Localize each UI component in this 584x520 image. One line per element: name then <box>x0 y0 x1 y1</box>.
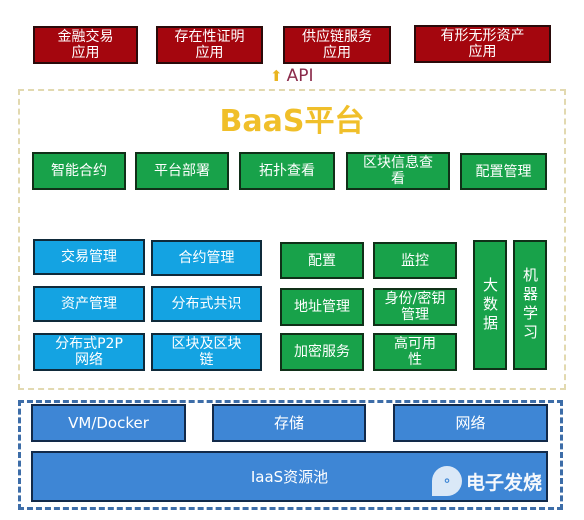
watermark: ∘ 电子发烧 <box>432 466 542 496</box>
service-block-info-view: 区块信息查看 <box>346 152 450 190</box>
module-contract-manage: 合约管理 <box>151 240 262 276</box>
watermark-text: 电子发烧 <box>466 471 543 494</box>
app-financial-trading: 金融交易 应用 <box>33 26 138 64</box>
app-label: 金融交易 <box>57 29 114 45</box>
service-smart-contract: 智能合约 <box>32 152 126 190</box>
app-asset: 有形无形资产 应用 <box>414 25 551 63</box>
app-label: 应用 <box>323 45 351 61</box>
resource-storage: 存储 <box>212 404 366 442</box>
module-address-manage: 地址管理 <box>280 288 364 326</box>
module-config: 配置 <box>280 242 364 279</box>
app-label: 供应链服务 <box>302 29 372 45</box>
app-supply-chain: 供应链服务 应用 <box>283 26 391 64</box>
service-topology-view: 拓扑查看 <box>239 152 335 190</box>
up-arrow-icon: ⬆ <box>270 67 283 85</box>
app-label: 应用 <box>71 45 100 61</box>
module-transaction-manage: 交易管理 <box>33 239 145 275</box>
watermark-logo-icon: ∘ <box>432 466 462 496</box>
module-p2p-network: 分布式P2P网络 <box>33 333 145 371</box>
resource-network: 网络 <box>393 404 548 442</box>
app-label: 存在性证明 <box>174 29 245 45</box>
module-high-availability: 高可用性 <box>373 333 457 371</box>
module-block-chain: 区块及区块链 <box>151 333 262 371</box>
app-label: 应用 <box>195 45 224 61</box>
app-label: 应用 <box>468 44 497 60</box>
app-label: 有形无形资产 <box>440 28 525 44</box>
api-label: API <box>286 66 314 86</box>
app-proof-of-existence: 存在性证明 应用 <box>156 26 263 64</box>
module-encryption-service: 加密服务 <box>280 333 364 371</box>
module-identity-key-manage: 身份/密钥管理 <box>373 288 457 326</box>
module-distributed-consensus: 分布式共识 <box>151 286 262 322</box>
api-connector: ⬆ API <box>270 65 313 87</box>
resource-vm-docker: VM/Docker <box>31 404 186 442</box>
service-config-manage: 配置管理 <box>460 153 547 190</box>
baas-title: BaaS平台 <box>219 104 365 139</box>
service-platform-deploy: 平台部署 <box>135 152 229 190</box>
module-asset-manage: 资产管理 <box>33 286 145 322</box>
module-machine-learning: 机器学习 <box>513 240 547 370</box>
module-monitor: 监控 <box>373 242 457 279</box>
module-big-data: 大数据 <box>473 240 507 370</box>
